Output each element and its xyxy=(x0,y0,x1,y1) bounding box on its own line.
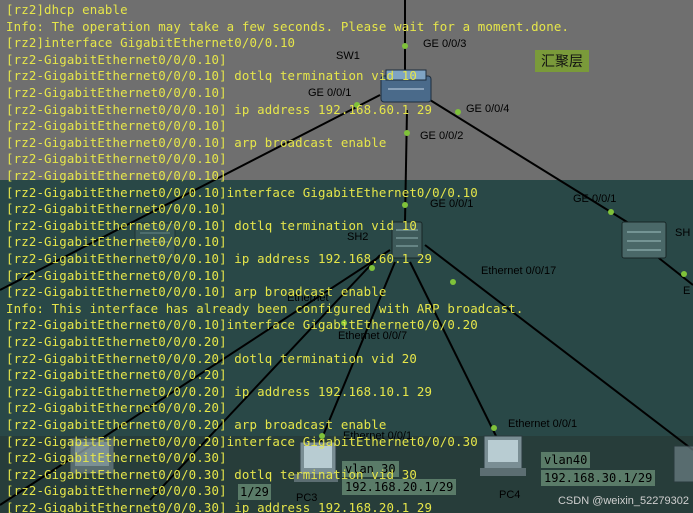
console-line: [rz2-GigabitEthernet0/0/0.10]interface G… xyxy=(6,184,478,200)
console-line: [rz2-GigabitEthernet0/0/0.20] xyxy=(6,400,227,416)
console-line: [rz2-GigabitEthernet0/0/0.20] arp broadc… xyxy=(6,417,387,432)
console-line: [rz2-GigabitEthernet0/0/0.30] xyxy=(6,450,227,466)
console-line: Info: This interface has already been co… xyxy=(6,300,524,316)
console-line: [rz2-GigabitEthernet0/0/0.10] xyxy=(6,201,227,217)
console-line: [rz2-GigabitEthernet0/0/0.10] dotlq term… xyxy=(6,68,417,84)
console-line: [rz2-GigabitEthernet0/0/0.30] dotlq term… xyxy=(6,466,417,482)
console-line: [rz2-GigabitEthernet0/0/0.20] xyxy=(6,367,227,383)
console-line: [rz2-GigabitEthernet0/0/0.10] ip address… xyxy=(6,251,433,266)
console-line: [rz2-GigabitEthernet0/0/0.10] xyxy=(6,151,227,167)
console-line: [rz2-GigabitEthernet0/0/0.10] xyxy=(6,85,227,100)
console-line: [rz2-GigabitEthernet0/0/0.30] ip address… xyxy=(6,500,433,513)
console-line: [rz2-GigabitEthernet0/0/0.10] dotlq term… xyxy=(6,217,417,233)
console-line: [rz2-GigabitEthernet0/0/0.20] dotlq term… xyxy=(6,350,417,366)
console-line: [rz2]dhcp enable xyxy=(6,2,128,17)
simulator-canvas: 汇聚层 SW1 SH2 SH PC3 PC4 GE 0/0/3 GE 0/0/1… xyxy=(0,0,693,513)
console-line: [rz2-GigabitEthernet0/0/0.10] ip address… xyxy=(6,101,433,117)
console-output[interactable]: [rz2]dhcp enable Info: The operation may … xyxy=(0,0,693,513)
console-line: [rz2-GigabitEthernet0/0/0.20]interface G… xyxy=(6,433,478,449)
console-line: [rz2-GigabitEthernet0/0/0.10] arp broadc… xyxy=(6,134,387,150)
console-line: [rz2-GigabitEthernet0/0/0.10] xyxy=(6,168,227,183)
console-line: [rz2-GigabitEthernet0/0/0.10] xyxy=(6,234,227,250)
console-line: [rz2-GigabitEthernet0/0/0.10] xyxy=(6,51,227,67)
console-line: [rz2-GigabitEthernet0/0/0.30] xyxy=(6,483,227,499)
console-line: [rz2-GigabitEthernet0/0/0.20] ip address… xyxy=(6,383,433,399)
console-line: [rz2-GigabitEthernet0/0/0.10] arp broadc… xyxy=(6,284,387,300)
console-line: Info: The operation may take a few secon… xyxy=(6,18,570,34)
console-line: [rz2-GigabitEthernet0/0/0.20] xyxy=(6,334,227,349)
console-line: [rz2]interface GigabitEthernet0/0/0.10 xyxy=(6,35,296,51)
console-line: [rz2-GigabitEthernet0/0/0.10]interface G… xyxy=(6,317,478,333)
console-line: [rz2-GigabitEthernet0/0/0.10] xyxy=(6,118,227,134)
console-line: [rz2-GigabitEthernet0/0/0.10] xyxy=(6,267,227,283)
watermark: CSDN @weixin_52279302 xyxy=(557,495,689,507)
